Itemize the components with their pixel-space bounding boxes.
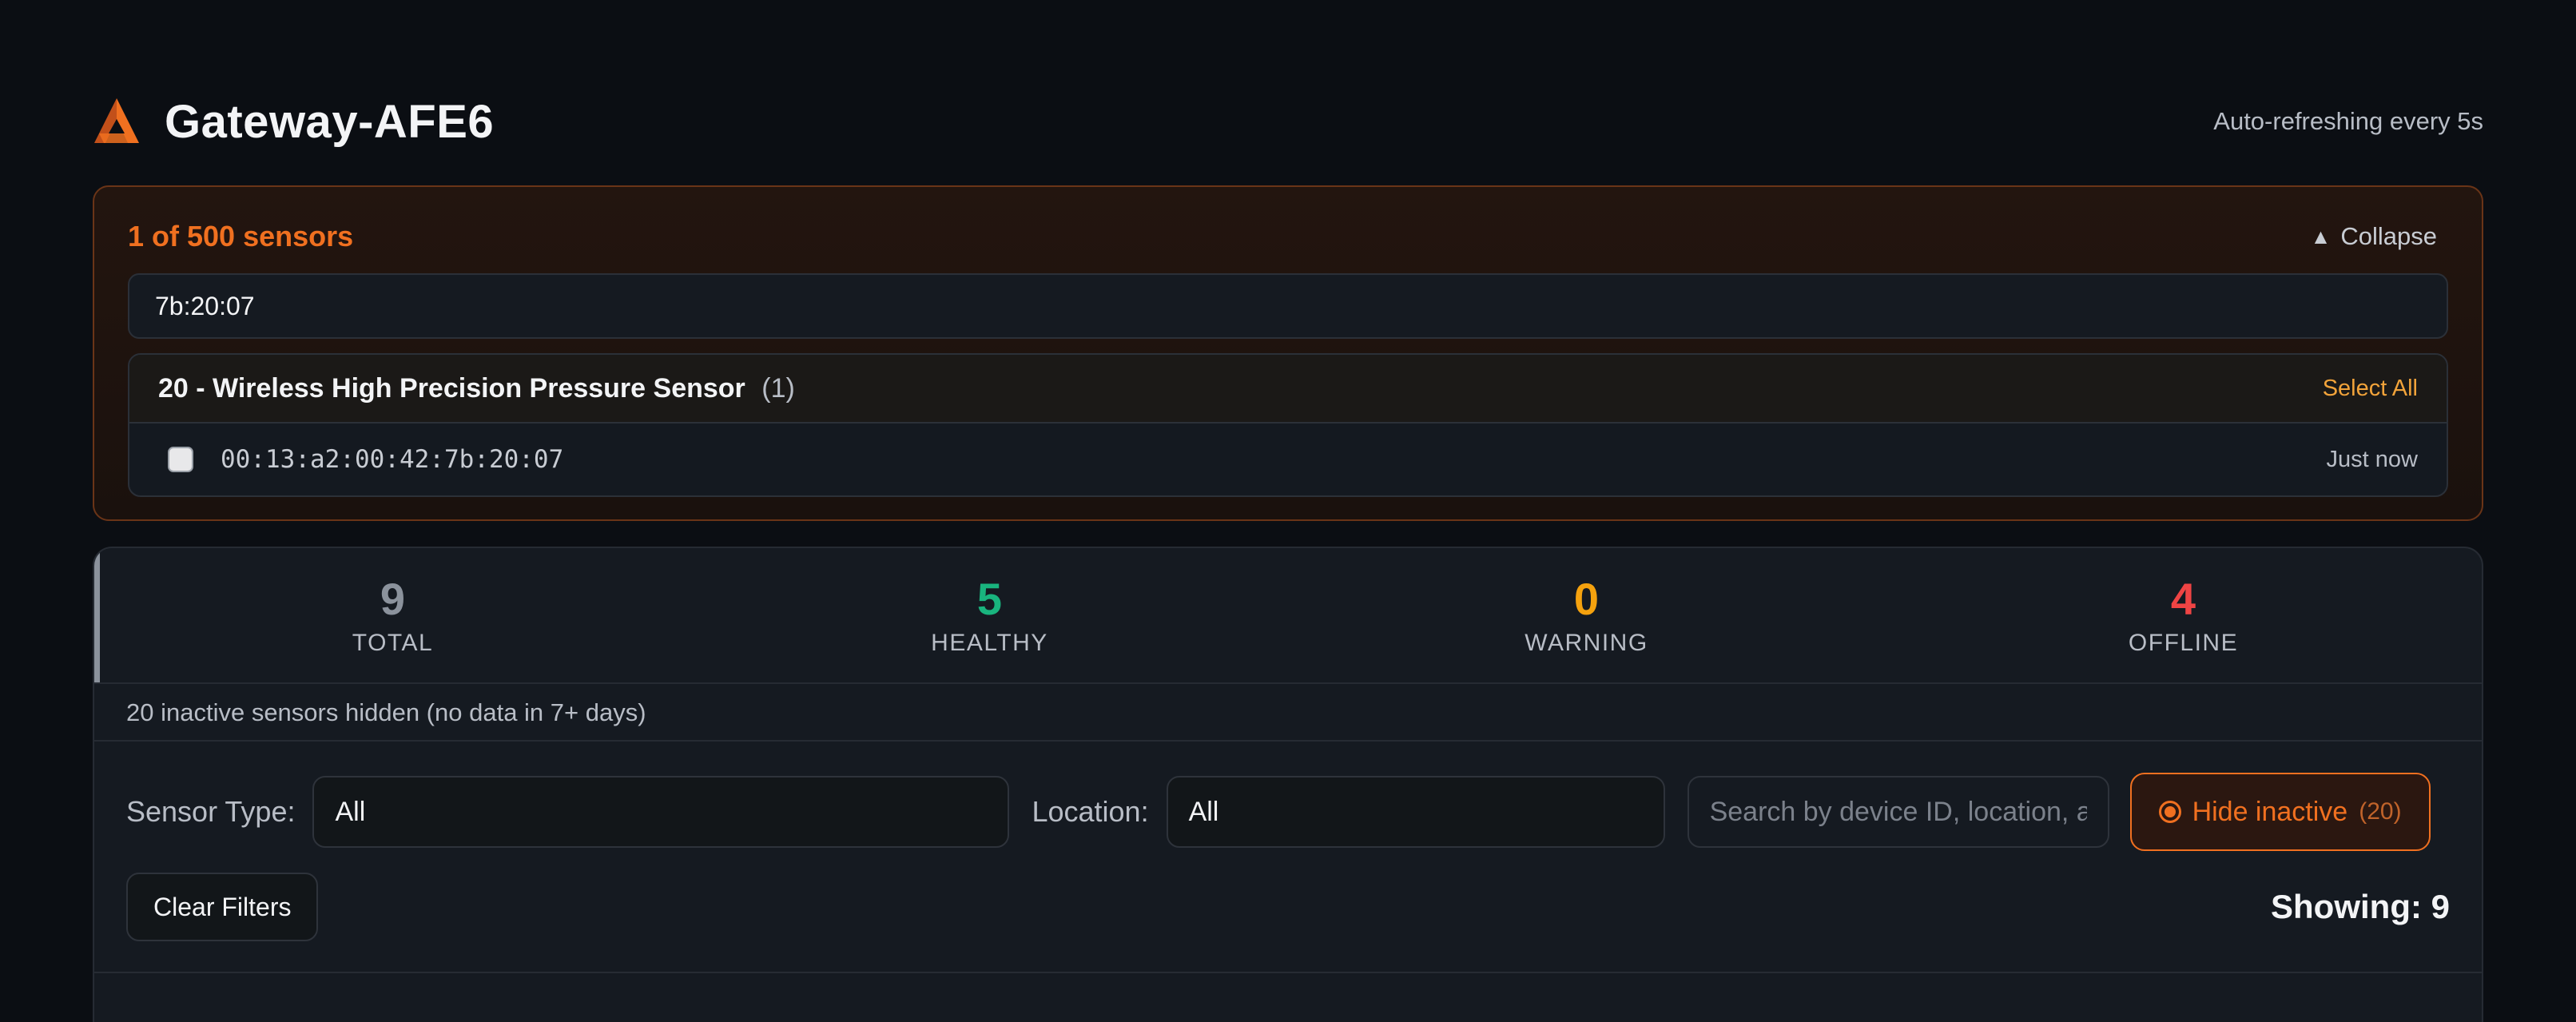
hide-inactive-toggle[interactable]: Hide inactive (20) (2129, 773, 2431, 851)
sensor-selection-panel: 1 of 500 sensors ▲ Collapse 7b:20:07 20 … (93, 185, 2483, 521)
stats-row: 9 TOTAL 5 HEALTHY 0 WARNING 4 OFFLINE (94, 548, 2482, 684)
location-label: Location: (1032, 795, 1149, 828)
gateway-dashboard: Gateway-AFE6 Auto-refreshing every 5s 1 … (0, 0, 2576, 1022)
brand: Gateway-AFE6 (93, 95, 494, 149)
stat-offline-label: OFFLINE (2128, 630, 2239, 656)
sensor-group-title: 20 - Wireless High Precision Pressure Se… (158, 372, 745, 404)
select-all-button[interactable]: Select All (2323, 376, 2418, 402)
sensor-search-input[interactable]: 7b:20:07 (128, 273, 2448, 339)
location-select[interactable]: All (1166, 776, 1665, 848)
sensor-group-header: 20 - Wireless High Precision Pressure Se… (129, 355, 2447, 424)
clear-filters-button[interactable]: Clear Filters (126, 873, 319, 941)
stat-healthy-value: 5 (976, 574, 1003, 624)
gateway-logo-icon (94, 98, 139, 143)
sensor-type-label: Sensor Type: (126, 795, 296, 828)
stat-warning-value: 0 (1573, 574, 1600, 624)
sensor-group-count: (1) (761, 372, 795, 404)
stat-warning[interactable]: 0 WARNING (1288, 548, 1885, 682)
sensor-group: 20 - Wireless High Precision Pressure Se… (128, 353, 2448, 497)
stat-warning-label: WARNING (1525, 630, 1648, 656)
radio-selected-icon (2158, 801, 2181, 823)
sensor-row-left: 00:13:a2:00:42:7b:20:07 (168, 445, 563, 474)
selection-header: 1 of 500 sensors ▲ Collapse (128, 213, 2437, 260)
sensor-checkbox[interactable] (168, 447, 193, 472)
stat-offline[interactable]: 4 OFFLINE (1885, 548, 2482, 682)
filter-row: Sensor Type: All Location: All Hide inac… (126, 773, 2450, 851)
device-search-input[interactable] (1687, 776, 2109, 848)
hide-inactive-label: Hide inactive (2192, 796, 2348, 827)
header: Gateway-AFE6 Auto-refreshing every 5s (93, 89, 2483, 153)
sensor-group-title-wrap: 20 - Wireless High Precision Pressure Se… (158, 373, 795, 404)
stat-total[interactable]: 9 TOTAL (94, 548, 691, 682)
collapse-button[interactable]: ▲ Collapse (2311, 222, 2437, 251)
auto-refresh-text: Auto-refreshing every 5s (2213, 107, 2483, 135)
hide-inactive-count: (20) (2359, 798, 2402, 825)
filter-actions-row: Clear Filters Showing: 9 (126, 873, 2450, 941)
collapse-label: Collapse (2340, 222, 2437, 250)
inactive-hidden-notice: 20 inactive sensors hidden (no data in 7… (94, 686, 2482, 742)
panel-divider (94, 972, 2482, 973)
page-title: Gateway-AFE6 (165, 95, 495, 148)
stat-total-value: 9 (380, 574, 406, 624)
sensor-row[interactable]: 00:13:a2:00:42:7b:20:07 Just now (129, 424, 2447, 495)
caret-up-icon: ▲ (2310, 224, 2332, 249)
selection-count: 1 of 500 sensors (128, 220, 354, 253)
sensor-type-select[interactable]: All (312, 776, 1010, 848)
stat-total-label: TOTAL (352, 630, 434, 656)
showing-count: Showing: 9 (2271, 888, 2450, 925)
sensor-last-seen: Just now (2326, 446, 2418, 472)
sensor-mac-address: 00:13:a2:00:42:7b:20:07 (221, 445, 564, 474)
stat-offline-value: 4 (2170, 574, 2196, 624)
sensor-overview-panel: 9 TOTAL 5 HEALTHY 0 WARNING 4 OFFLINE 20… (93, 547, 2483, 1022)
stat-healthy-label: HEALTHY (931, 630, 1048, 656)
stat-healthy[interactable]: 5 HEALTHY (691, 548, 1288, 682)
